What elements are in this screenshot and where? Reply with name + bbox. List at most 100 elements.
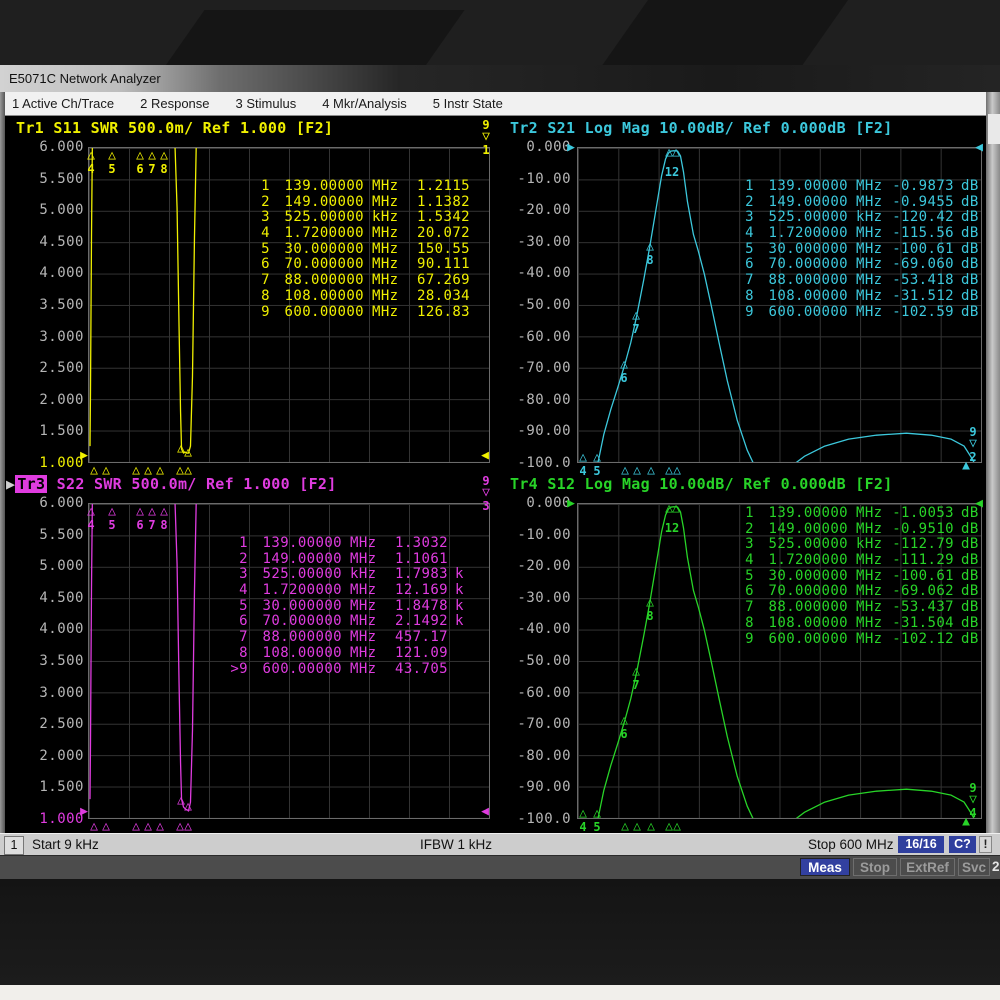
axis-tick-label: 1.500 [6,424,84,438]
marker-table-row: 2149.00000MHz1.1382 [248,195,470,211]
softkey-edge [988,114,1000,144]
marker-table-row: 2149.00000MHz-0.9455dB [732,195,980,211]
axis-tick-label: 0.000 [493,496,571,510]
axis-tick-label: 3.000 [6,686,84,700]
marker-table-row: 670.000000MHz-69.062dB [732,584,980,600]
menu-mkr-analysis[interactable]: 4 Mkr/Analysis [322,96,407,111]
trace1-title[interactable]: Tr1 S11 SWR 500.0m/ Ref 1.000 [F2] [16,119,333,137]
axis-tick-label: -60.00 [493,686,571,700]
axis-tick-label: 1.000 [6,456,84,470]
trace3-y-axis: 6.000 5.500 5.000 4.500 4.000 3.500 3.000 2.500… [6,496,84,826]
axis-tick-label: 2.500 [6,361,84,375]
marker-table-row: 2149.00000MHz1.1061 [226,552,474,568]
menu-active-ch-trace[interactable]: 1 Active Ch/Trace [12,96,114,111]
svc-indicator: Svc [958,858,990,876]
axis-tick-label: 0.000 [493,140,571,154]
marker-table-row: 2149.00000MHz-0.9510dB [732,522,980,538]
axis-tick-label: 2.500 [6,717,84,731]
marker-table-row: 8108.00000MHz121.09 [226,646,474,662]
marker-table-row: 530.000000MHz150.55 [248,242,470,258]
axis-tick-label: 6.000 [6,496,84,510]
marker-table-row: 41.7200000MHz20.072 [248,226,470,242]
marker-table-row: 8108.00000MHz28.034 [248,289,470,305]
marker-table-row: 530.000000MHz-100.61dB [732,242,980,258]
marker-table-row: 41.7200000MHz-111.29dB [732,553,980,569]
overflow-indicator: 2 [992,859,1000,874]
trace2-marker-table: 1139.00000MHz-0.9873dB 2149.00000MHz-0.9… [732,179,980,320]
trace4-title[interactable]: Tr4 S12 Log Mag 10.00dB/ Ref 0.000dB [F2… [510,475,893,493]
axis-tick-label: -20.00 [493,559,571,573]
axis-tick-label: 1.500 [6,780,84,794]
axis-tick-label: -90.00 [493,424,571,438]
marker-table-row: 788.000000MHz67.269 [248,273,470,289]
window-title: E5071C Network Analyzer [9,71,161,86]
axis-tick-label: 4.000 [6,266,84,280]
axis-tick-label: 5.500 [6,172,84,186]
menu-stimulus[interactable]: 3 Stimulus [236,96,297,111]
axis-tick-label: -80.00 [493,393,571,407]
marker-table-row: 1139.00000MHz1.3032 [226,536,474,552]
axis-tick-label: -70.00 [493,717,571,731]
axis-tick-label: 5.500 [6,528,84,542]
marker-table-row: 41.7200000MHz12.169k [226,583,474,599]
menu-response[interactable]: 2 Response [140,96,209,111]
active-trace-arrow-icon: ▶ [6,475,15,493]
marker-table-row: 788.000000MHz-53.437dB [732,600,980,616]
menu-instr-state[interactable]: 5 Instr State [433,96,503,111]
screenshot-root: E5071C Network Analyzer 1 Active Ch/Trac… [0,0,1000,1000]
meas-indicator: Meas [800,858,850,876]
axis-tick-label: 2.000 [6,749,84,763]
axis-tick-label: -80.00 [493,749,571,763]
axis-tick-label: -40.00 [493,622,571,636]
backdrop-streak [592,0,848,65]
trace1-marker-table: 1139.00000MHz1.2115 2149.00000MHz1.1382 … [248,179,470,320]
marker-table-row: 1139.00000MHz-1.0053dB [732,506,980,522]
axis-tick-label: -100.0 [493,812,571,826]
axis-tick-label: 4.500 [6,591,84,605]
marker-table-row: 3525.00000kHz1.5342 [248,210,470,226]
points-badge: 16/16 [898,836,944,853]
marker-table-row: >9600.00000MHz43.705 [226,662,474,678]
axis-tick-label: 3.000 [6,330,84,344]
marker-table-row: 530.000000MHz-100.61dB [732,569,980,585]
start-frequency-label: Start 9 kHz [32,837,99,852]
trace4-y-axis: 0.000-10.00-20.00-30.00-40.00-50.00-60.0… [493,496,571,826]
axis-tick-label: 4.000 [6,622,84,636]
window-title-bar[interactable]: E5071C Network Analyzer [0,65,1000,92]
marker-table-row: 9600.00000MHz-102.12dB [732,632,980,648]
trace3-marker-table: 1139.00000MHz1.3032 2149.00000MHz1.1061 … [226,536,474,677]
trace3-title-text: S22 SWR 500.0m/ Ref 1.000 [F2] [47,475,336,493]
ifbw-label: IFBW 1 kHz [420,837,492,852]
photo-backdrop-top [0,0,1000,65]
axis-tick-label: 3.500 [6,654,84,668]
marker-table-row: 9600.00000MHz126.83 [248,305,470,321]
trace1-y-axis: 6.0005.5005.0004.5004.0003.5003.0002.500… [6,140,84,470]
axis-tick-label: -30.00 [493,591,571,605]
trace2-title[interactable]: Tr2 S21 Log Mag 10.00dB/ Ref 0.000dB [F2… [510,119,893,137]
correction-badge: C? [949,836,976,853]
photo-border [0,985,1000,1000]
extref-indicator: ExtRef [900,858,955,876]
photo-backdrop-bottom [0,878,1000,985]
axis-tick-label: -70.00 [493,361,571,375]
marker-table-row: 788.000000MHz457.17 [226,630,474,646]
alert-badge: ! [979,836,992,853]
marker-table-row: 3525.00000kHz1.7983k [226,567,474,583]
status-bar: 1 Start 9 kHz IFBW 1 kHz Stop 600 MHz 16… [0,833,1000,856]
marker-table-row: 3525.00000kHz-112.79dB [732,537,980,553]
marker-table-row: 670.000000MHz2.1492k [226,614,474,630]
axis-tick-label: -50.00 [493,654,571,668]
axis-tick-label: -10.00 [493,172,571,186]
axis-tick-label: 4.500 [6,235,84,249]
marker-table-row: 1139.00000MHz1.2115 [248,179,470,195]
axis-tick-label: 5.000 [6,559,84,573]
marker-table-row: 8108.00000MHz-31.512dB [732,289,980,305]
axis-tick-label: -90.00 [493,780,571,794]
trace3-title[interactable]: ▶Tr3 S22 SWR 500.0m/ Ref 1.000 [F2] [6,475,337,493]
axis-tick-label: 5.000 [6,203,84,217]
axis-tick-label: 1.000 [6,812,84,826]
axis-tick-label: -50.00 [493,298,571,312]
window-border-right[interactable] [986,92,1000,878]
marker-table-row: 530.000000MHz1.8478k [226,599,474,615]
marker-table-row: 41.7200000MHz-115.56dB [732,226,980,242]
